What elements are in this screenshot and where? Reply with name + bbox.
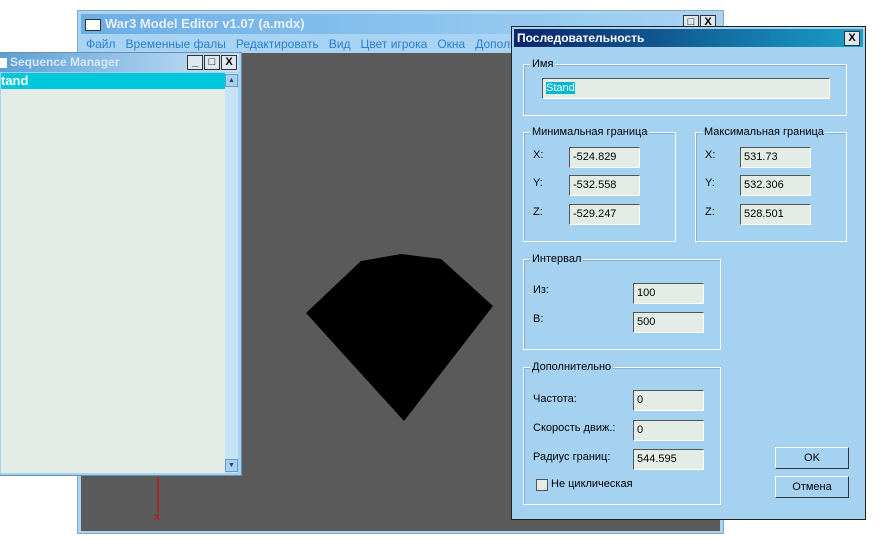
max-y-input[interactable]: 532.306 [740, 175, 811, 196]
main-title: War3 Model Editor v1.07 (a.mdx) [105, 16, 305, 31]
max-y-label: Y: [705, 177, 715, 189]
list-item[interactable]: tand [1, 73, 225, 89]
nonloop-label: Не циклическая [551, 478, 633, 490]
scrollbar[interactable]: ▲ ▼ [225, 73, 238, 473]
dialog-title-bar[interactable]: Последовательность X [514, 29, 863, 47]
frequency-input[interactable]: 0 [633, 390, 704, 411]
max-x-input[interactable]: 531.73 [740, 147, 811, 168]
window-icon [0, 57, 7, 68]
cancel-button[interactable]: Отмена [775, 476, 849, 498]
min-y-input[interactable]: -532.558 [569, 175, 640, 196]
sequence-manager-window: Sequence Manager _ □ X tand ▲ ▼ [0, 52, 242, 476]
model-mesh [306, 254, 493, 421]
maximize-button[interactable]: □ [204, 55, 220, 70]
sequence-list[interactable]: tand [1, 73, 225, 473]
app-icon [85, 18, 101, 31]
seq-title-bar[interactable]: Sequence Manager _ □ X [0, 53, 239, 72]
frequency-label: Частота: [533, 393, 577, 405]
to-input[interactable]: 500 [633, 312, 704, 333]
group-label: Максимальная граница [702, 126, 826, 138]
sequence-dialog: Последовательность X Имя Stand Минимальн… [511, 26, 866, 520]
max-z-label: Z: [705, 206, 715, 218]
speed-label: Скорость движ.: [533, 422, 616, 434]
menu-view[interactable]: Вид [329, 37, 351, 51]
seq-controls: _ □ X [186, 55, 237, 70]
min-y-label: Y: [533, 177, 543, 189]
radius-input[interactable]: 544.595 [633, 449, 704, 470]
name-group: Имя Stand [523, 58, 847, 116]
name-input[interactable]: Stand [542, 78, 830, 99]
max-z-input[interactable]: 528.501 [740, 204, 811, 225]
to-label: В: [533, 313, 544, 325]
interval-group: Интервал Из: 100 В: 500 [523, 253, 721, 350]
max-x-label: X: [705, 149, 716, 161]
from-input[interactable]: 100 [633, 283, 704, 304]
ok-button[interactable]: OK [775, 447, 849, 469]
group-label: Имя [530, 58, 556, 70]
axis-x-label: x [154, 511, 160, 523]
menu-temp-files[interactable]: Временные фалы [126, 37, 226, 51]
menu-windows[interactable]: Окна [437, 37, 465, 51]
radius-label: Радиус границ: [533, 451, 611, 463]
min-x-label: X: [533, 149, 544, 161]
scroll-down-icon[interactable]: ▼ [225, 459, 238, 472]
min-z-input[interactable]: -529.247 [569, 204, 640, 225]
nonloop-checkbox[interactable] [536, 479, 548, 491]
group-label: Минимальная граница [530, 126, 650, 138]
min-bounds-group: Минимальная граница X: -524.829 Y: -532.… [523, 126, 676, 242]
group-label: Дополнительно [530, 361, 614, 373]
speed-input[interactable]: 0 [633, 420, 704, 441]
min-x-input[interactable]: -524.829 [569, 147, 640, 168]
from-label: Из: [533, 284, 550, 296]
scroll-up-icon[interactable]: ▲ [225, 74, 238, 87]
seq-title: Sequence Manager [10, 55, 120, 69]
close-button[interactable]: X [844, 31, 860, 46]
name-value: Stand [546, 82, 575, 94]
menu-bar: Файл Временные фалы Редактировать Вид Цвет и… [81, 35, 517, 53]
minimize-button[interactable]: _ [187, 55, 203, 70]
extra-group: Дополнительно Частота: 0 Скорость движ.:… [523, 361, 721, 505]
dialog-title: Последовательность [517, 31, 645, 45]
menu-file[interactable]: Файл [86, 37, 116, 51]
group-label: Интервал [530, 253, 584, 265]
menu-player-color[interactable]: Цвет игрока [360, 37, 427, 51]
min-z-label: Z: [533, 206, 543, 218]
close-button[interactable]: X [221, 55, 237, 70]
menu-edit[interactable]: Редактировать [236, 37, 319, 51]
max-bounds-group: Максимальная граница X: 531.73 Y: 532.30… [695, 126, 847, 242]
